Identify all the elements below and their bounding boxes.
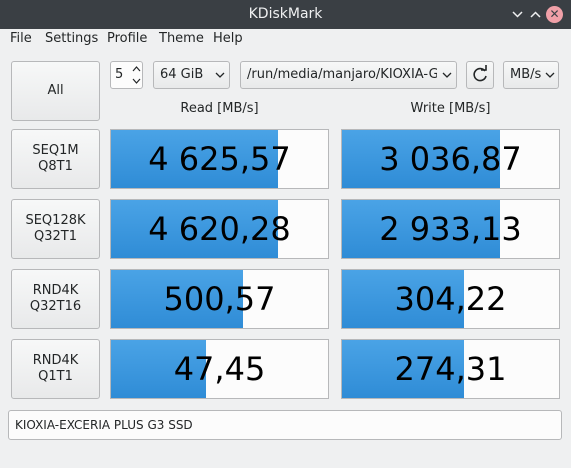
test-queue: Q1T1 [38, 369, 73, 384]
target-path-value: /run/media/manjaro/KIOXIA-G3 0 [247, 67, 437, 82]
read-result: 47,45 [110, 339, 329, 399]
target-path-select[interactable]: /run/media/manjaro/KIOXIA-G3 0 [240, 61, 457, 89]
read-column-header: Read [MB/s] [180, 101, 259, 116]
write-result: 2 933,13 [341, 199, 560, 259]
menu-help[interactable]: Help [213, 31, 243, 47]
window-title: KDiskMark [248, 6, 323, 22]
minimize-button[interactable] [509, 6, 526, 23]
device-name-value: KIOXIA-EXCERIA PLUS G3 SSD [15, 418, 193, 432]
run-count-value: 5 [115, 67, 124, 82]
write-result: 274,31 [341, 339, 560, 399]
write-result: 3 036,87 [341, 129, 560, 189]
minimize-icon [512, 11, 523, 18]
title-bar: KDiskMark ✕ [0, 0, 571, 29]
spin-up-button[interactable] [131, 63, 142, 75]
test-size-select[interactable]: 64 GiB [153, 61, 230, 89]
test-queue: Q8T1 [38, 159, 73, 174]
menu-settings[interactable]: Settings [45, 31, 98, 47]
close-icon: ✕ [549, 7, 560, 21]
refresh-button[interactable] [466, 61, 494, 89]
test-queue: Q32T16 [29, 299, 82, 314]
unit-value: MB/s [510, 67, 542, 82]
maximize-button[interactable] [527, 6, 544, 23]
read-result: 4 625,57 [110, 129, 329, 189]
read-result: 4 620,28 [110, 199, 329, 259]
write-result-value: 2 933,13 [379, 210, 522, 248]
test-name: SEQ128K [25, 213, 86, 228]
chevron-down-icon [545, 72, 555, 78]
spin-down-icon [132, 78, 141, 84]
spin-down-button[interactable] [131, 75, 142, 87]
test-name: RND4K [32, 283, 79, 298]
menu-profile[interactable]: Profile [107, 31, 147, 47]
write-result-value: 274,31 [394, 350, 507, 388]
test-name: RND4K [32, 353, 79, 368]
spin-up-icon [132, 66, 141, 72]
test-queue: Q32T1 [34, 229, 77, 244]
test-name: SEQ1M [32, 143, 79, 158]
test-seq128k-q32t1-button[interactable]: SEQ128K Q32T1 [11, 199, 100, 259]
run-all-label: All [47, 83, 64, 98]
device-name-field[interactable]: KIOXIA-EXCERIA PLUS G3 SSD [8, 410, 562, 440]
read-result: 500,57 [110, 269, 329, 329]
run-count-spinbox[interactable]: 5 [110, 61, 143, 89]
test-seq1m-q8t1-button[interactable]: SEQ1M Q8T1 [11, 129, 100, 189]
maximize-icon [530, 11, 541, 18]
write-result: 304,22 [341, 269, 560, 329]
read-result-value: 4 620,28 [148, 210, 291, 248]
refresh-icon [473, 65, 487, 82]
unit-select[interactable]: MB/s [503, 61, 559, 89]
read-result-value: 4 625,57 [148, 140, 291, 178]
test-rnd4k-q1t1-button[interactable]: RND4K Q1T1 [11, 339, 100, 399]
test-size-value: 64 GiB [160, 67, 204, 82]
run-all-button[interactable]: All [11, 61, 100, 121]
write-result-value: 304,22 [394, 280, 507, 318]
chevron-down-icon [442, 72, 452, 78]
menu-bar: File Settings Profile Theme Help [0, 29, 571, 49]
chevron-down-icon [215, 72, 225, 78]
test-rnd4k-q32t16-button[interactable]: RND4K Q32T16 [11, 269, 100, 329]
write-result-value: 3 036,87 [379, 140, 522, 178]
write-column-header: Write [MB/s] [410, 101, 491, 116]
close-button[interactable]: ✕ [546, 6, 563, 23]
read-result-value: 500,57 [163, 280, 276, 318]
menu-file[interactable]: File [10, 31, 32, 47]
menu-theme[interactable]: Theme [159, 31, 204, 47]
read-result-value: 47,45 [173, 350, 266, 388]
